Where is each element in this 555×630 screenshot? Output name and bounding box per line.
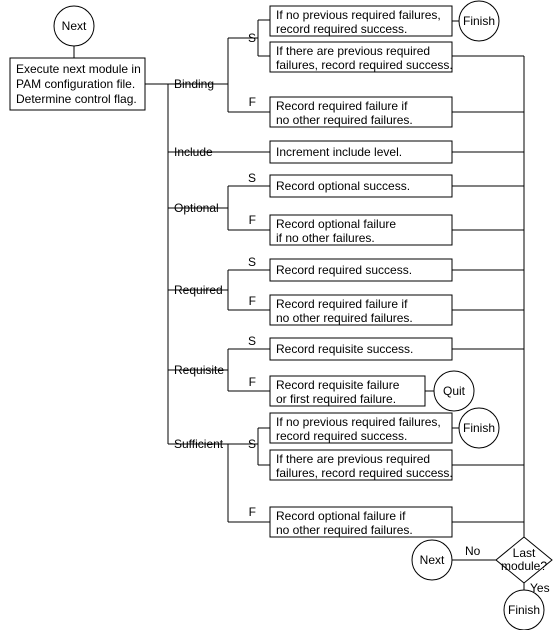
binding-f-label: F — [249, 95, 256, 109]
flag-binding-label: Binding — [174, 77, 214, 91]
sufficient-s-label: S — [248, 437, 256, 451]
optional-f-label: F — [249, 213, 256, 227]
flag-required-label: Required — [174, 283, 223, 297]
binding-finish-label: Finish — [463, 14, 495, 28]
decision-no: No — [465, 544, 481, 558]
sufficient-f-l1: Record optional failure if — [276, 509, 406, 523]
flag-include-label: Include — [174, 145, 213, 159]
requisite-f-l2: or first required failure. — [276, 392, 396, 406]
optional-s-label: S — [248, 171, 256, 185]
start-next-label: Next — [62, 19, 87, 33]
required-f-l1: Record required failure if — [276, 297, 408, 311]
requisite-f-label: F — [249, 375, 256, 389]
flag-sufficient-label: Sufficient — [174, 437, 224, 451]
sufficient-finish-label: Finish — [463, 421, 495, 435]
sufficient-s1-l1: If no previous required failures, — [276, 415, 441, 429]
execute-l2: PAM configuration file. — [16, 77, 135, 91]
flag-optional-label: Optional — [174, 201, 219, 215]
binding-s1-l1: If no previous required failures, — [276, 8, 441, 22]
requisite-s-label: S — [248, 334, 256, 348]
required-s-l1: Record required success. — [276, 263, 412, 277]
binding-s1-l2: record required success. — [276, 22, 407, 36]
required-s-label: S — [248, 255, 256, 269]
sufficient-s1-l2: record required success. — [276, 429, 407, 443]
sufficient-s2-l2: failures, record required success. — [276, 466, 453, 480]
finish-label: Finish — [508, 603, 540, 617]
sufficient-f-label: F — [249, 505, 256, 519]
sufficient-s2-l1: If there are previous required — [276, 452, 430, 466]
binding-f-l2: no other required failures. — [276, 113, 413, 127]
binding-s2-l2: failures, record required success. — [276, 58, 453, 72]
optional-f-l2: if no other failures. — [276, 231, 375, 245]
optional-f-l1: Record optional failure — [276, 217, 396, 231]
required-f-label: F — [249, 294, 256, 308]
pam-flow-diagram: Next Execute next module in PAM configur… — [0, 0, 555, 630]
optional-s-l1: Record optional success. — [276, 179, 410, 193]
binding-f-l1: Record required failure if — [276, 99, 408, 113]
required-f-l2: no other required failures. — [276, 311, 413, 325]
requisite-f-l1: Record requisite failure — [276, 378, 400, 392]
execute-l1: Execute next module in — [16, 62, 141, 76]
decision-l2: module? — [501, 559, 547, 573]
include-l1: Increment include level. — [276, 145, 402, 159]
binding-s-label: S — [248, 31, 256, 45]
requisite-s-l1: Record requisite success. — [276, 342, 413, 356]
decision-l1: Last — [513, 546, 536, 560]
quit-label: Quit — [443, 384, 466, 398]
execute-l3: Determine control flag. — [16, 92, 137, 106]
sufficient-f-l2: no other required failures. — [276, 523, 413, 537]
next-label: Next — [420, 553, 445, 567]
binding-s2-l1: If there are previous required — [276, 44, 430, 58]
flag-requisite-label: Requisite — [174, 363, 224, 377]
